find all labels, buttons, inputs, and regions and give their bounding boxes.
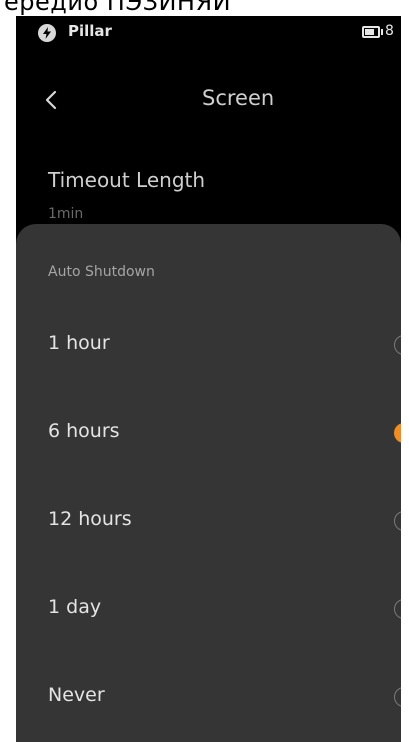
radio-unselected-icon[interactable]: [394, 335, 401, 355]
battery-icon: [362, 26, 380, 38]
status-brand-label: Pillar: [68, 22, 112, 40]
option-6-hours[interactable]: 6 hours: [16, 398, 401, 468]
page-title: Screen: [202, 86, 275, 110]
radio-unselected-icon[interactable]: [394, 511, 401, 531]
radio-unselected-icon[interactable]: [394, 599, 401, 619]
setting-title: Timeout Length: [48, 168, 206, 192]
radio-selected-icon[interactable]: [394, 423, 401, 443]
phone-screen: Pillar 8 Screen Timeout Length 1min Auto…: [16, 16, 401, 742]
option-label: Never: [48, 684, 105, 706]
option-never[interactable]: Never: [16, 662, 401, 732]
option-1-hour[interactable]: 1 hour: [16, 310, 401, 380]
cropped-caption-text: ередио ПЭЗИНЯЙ: [4, 0, 232, 16]
sheet-title: Auto Shutdown: [48, 264, 155, 280]
chevron-left-icon: [45, 90, 57, 110]
pillar-logo-icon: [38, 24, 56, 42]
option-label: 1 hour: [48, 332, 110, 354]
top-cropped-caption: ередио ПЭЗИНЯЙ: [0, 0, 409, 16]
radio-unselected-icon[interactable]: [394, 687, 401, 707]
option-1-day[interactable]: 1 day: [16, 574, 401, 644]
back-button[interactable]: [36, 82, 66, 118]
option-label: 6 hours: [48, 420, 120, 442]
status-bar: Pillar 8: [16, 16, 401, 50]
auto-shutdown-sheet: Auto Shutdown 1 hour 6 hours 12 hours 1 …: [16, 224, 401, 742]
option-12-hours[interactable]: 12 hours: [16, 486, 401, 556]
setting-value: 1min: [48, 206, 84, 222]
battery-tip: [381, 29, 383, 35]
navigation-bar: Screen: [16, 76, 401, 124]
battery-level: 8: [385, 23, 394, 39]
option-label: 12 hours: [48, 508, 132, 530]
option-label: 1 day: [48, 596, 102, 618]
